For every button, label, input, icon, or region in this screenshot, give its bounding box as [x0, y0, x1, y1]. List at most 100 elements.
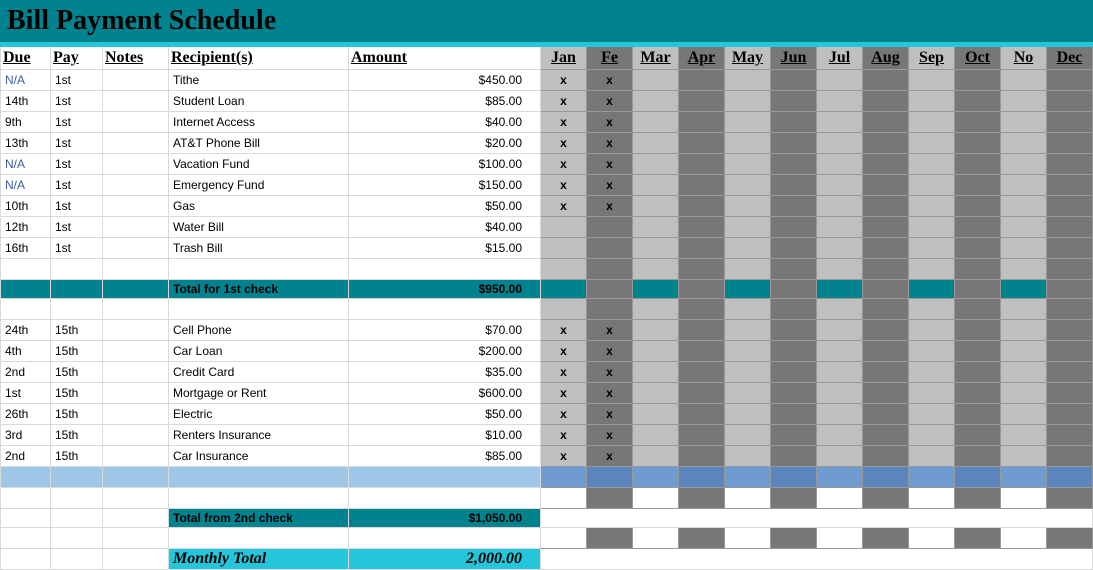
table-row[interactable] — [1, 488, 1093, 509]
table-row[interactable]: 10th1stGas$50.00xx — [1, 196, 1093, 217]
pay-cell[interactable]: 15th — [51, 320, 103, 341]
month-cell[interactable] — [679, 404, 725, 425]
month-cell[interactable] — [955, 425, 1001, 446]
month-cell[interactable] — [633, 425, 679, 446]
month-cell[interactable] — [725, 133, 771, 154]
month-cell[interactable] — [817, 91, 863, 112]
month-cell[interactable] — [725, 320, 771, 341]
month-cell[interactable] — [1047, 133, 1093, 154]
month-cell[interactable] — [633, 404, 679, 425]
month-cell[interactable]: x — [587, 383, 633, 404]
month-cell[interactable] — [541, 488, 587, 509]
month-cell[interactable] — [817, 528, 863, 549]
month-cell[interactable] — [955, 467, 1001, 488]
month-cell[interactable]: x — [587, 446, 633, 467]
month-cell[interactable]: x — [541, 70, 587, 91]
recipient-cell[interactable]: Water Bill — [169, 217, 349, 238]
due-cell[interactable]: 1st — [1, 383, 51, 404]
month-cell[interactable] — [909, 362, 955, 383]
month-cell[interactable] — [725, 299, 771, 320]
month-cell[interactable] — [725, 425, 771, 446]
month-cell[interactable] — [955, 320, 1001, 341]
month-cell[interactable] — [1001, 259, 1047, 280]
month-cell[interactable] — [771, 196, 817, 217]
month-cell[interactable] — [679, 528, 725, 549]
due-cell[interactable]: 10th — [1, 196, 51, 217]
month-cell[interactable] — [771, 299, 817, 320]
due-cell[interactable]: N/A — [1, 70, 51, 91]
amount-cell[interactable]: $70.00 — [349, 320, 541, 341]
month-cell[interactable] — [725, 175, 771, 196]
pay-cell[interactable]: 1st — [51, 175, 103, 196]
month-cell[interactable] — [863, 383, 909, 404]
month-cell[interactable] — [725, 70, 771, 91]
month-cell[interactable]: x — [587, 112, 633, 133]
month-cell[interactable] — [955, 488, 1001, 509]
month-cell[interactable]: x — [587, 196, 633, 217]
notes-cell[interactable] — [103, 70, 169, 91]
month-cell[interactable] — [955, 528, 1001, 549]
due-cell[interactable]: 14th — [1, 91, 51, 112]
month-cell[interactable] — [909, 154, 955, 175]
month-cell[interactable]: x — [541, 133, 587, 154]
notes-cell[interactable] — [103, 91, 169, 112]
recipient-cell[interactable]: Mortgage or Rent — [169, 383, 349, 404]
amount-cell[interactable]: $200.00 — [349, 341, 541, 362]
month-cell[interactable] — [955, 217, 1001, 238]
month-cell[interactable] — [863, 425, 909, 446]
recipient-cell[interactable]: Gas — [169, 196, 349, 217]
month-cell[interactable] — [587, 467, 633, 488]
bill-schedule-table[interactable]: Bill Payment Schedule Due Pay Notes Reci… — [0, 0, 1093, 570]
amount-cell[interactable]: $85.00 — [349, 446, 541, 467]
notes-cell[interactable] — [103, 362, 169, 383]
month-cell[interactable]: x — [541, 112, 587, 133]
month-cell[interactable] — [955, 70, 1001, 91]
month-cell[interactable] — [771, 238, 817, 259]
month-cell[interactable] — [1001, 467, 1047, 488]
month-cell[interactable] — [633, 320, 679, 341]
month-cell[interactable] — [725, 196, 771, 217]
month-cell[interactable] — [909, 133, 955, 154]
month-cell[interactable] — [679, 299, 725, 320]
month-cell[interactable] — [1047, 91, 1093, 112]
month-cell[interactable] — [1001, 154, 1047, 175]
month-cell[interactable] — [1001, 196, 1047, 217]
notes-cell[interactable] — [103, 446, 169, 467]
due-cell[interactable]: N/A — [1, 154, 51, 175]
month-cell[interactable] — [909, 70, 955, 91]
month-cell[interactable] — [1001, 362, 1047, 383]
month-cell[interactable] — [909, 196, 955, 217]
pay-cell[interactable]: 15th — [51, 383, 103, 404]
month-cell[interactable]: x — [587, 175, 633, 196]
notes-cell[interactable] — [103, 425, 169, 446]
month-cell[interactable] — [1047, 70, 1093, 91]
month-cell[interactable] — [1047, 488, 1093, 509]
month-cell[interactable] — [771, 217, 817, 238]
month-cell[interactable] — [679, 196, 725, 217]
month-cell[interactable] — [633, 383, 679, 404]
month-cell[interactable]: x — [541, 446, 587, 467]
table-row[interactable]: 4th15thCar Loan$200.00xx — [1, 341, 1093, 362]
month-cell[interactable] — [633, 259, 679, 280]
month-cell[interactable] — [817, 238, 863, 259]
month-cell[interactable] — [909, 446, 955, 467]
month-cell[interactable] — [541, 528, 587, 549]
month-cell[interactable] — [633, 154, 679, 175]
table-row[interactable]: 3rd15thRenters Insurance$10.00xx — [1, 425, 1093, 446]
month-cell[interactable] — [817, 280, 863, 299]
month-cell[interactable] — [955, 341, 1001, 362]
amount-cell[interactable]: $20.00 — [349, 133, 541, 154]
month-cell[interactable] — [863, 528, 909, 549]
notes-cell[interactable] — [103, 341, 169, 362]
month-cell[interactable] — [679, 280, 725, 299]
month-cell[interactable] — [817, 217, 863, 238]
month-cell[interactable] — [725, 383, 771, 404]
month-cell[interactable] — [817, 383, 863, 404]
table-row[interactable]: 14th1stStudent Loan$85.00xx — [1, 91, 1093, 112]
table-row[interactable]: 12th1stWater Bill$40.00 — [1, 217, 1093, 238]
month-cell[interactable] — [863, 154, 909, 175]
month-cell[interactable] — [679, 70, 725, 91]
month-cell[interactable] — [1001, 280, 1047, 299]
month-cell[interactable] — [633, 446, 679, 467]
month-cell[interactable] — [1047, 446, 1093, 467]
